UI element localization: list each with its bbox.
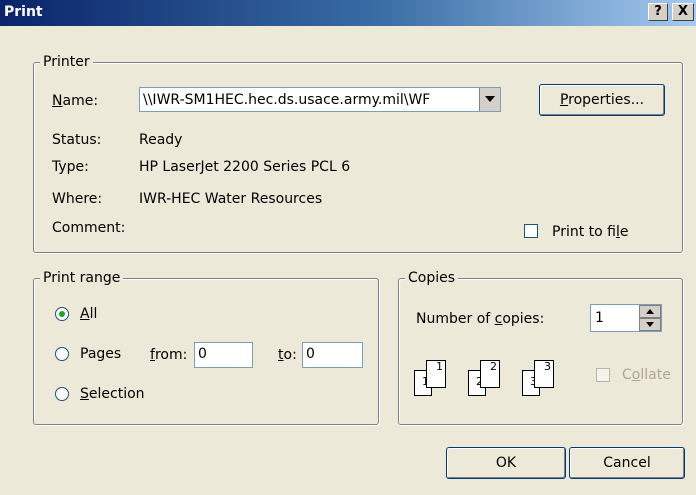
properties-button[interactable]: Properties... bbox=[539, 84, 665, 116]
print-to-file-label[interactable]: Print to file bbox=[552, 223, 629, 241]
printer-legend: Printer bbox=[40, 54, 93, 70]
print-to-file-checkbox[interactable] bbox=[524, 224, 538, 238]
radio-pages[interactable] bbox=[55, 347, 69, 361]
window-title: Print bbox=[4, 4, 43, 20]
copies-group: Copies bbox=[398, 270, 683, 425]
ok-button[interactable]: OK bbox=[446, 447, 566, 479]
name-label: Name: bbox=[52, 93, 99, 109]
status-label: Status: bbox=[52, 132, 102, 148]
all-label[interactable]: All bbox=[80, 305, 97, 323]
radio-selected-dot bbox=[59, 311, 65, 317]
print-range-legend: Print range bbox=[40, 270, 124, 286]
radio-all[interactable] bbox=[55, 307, 69, 321]
chevron-down-icon[interactable] bbox=[479, 88, 500, 111]
collate-pages-icon: 1 1 2 2 3 3 bbox=[414, 360, 574, 400]
type-value: HP LaserJet 2200 Series PCL 6 bbox=[139, 159, 351, 175]
selection-label[interactable]: Selection bbox=[80, 385, 145, 403]
cancel-button[interactable]: Cancel bbox=[569, 447, 685, 479]
type-label: Type: bbox=[52, 159, 89, 175]
where-value: IWR-HEC Water Resources bbox=[139, 191, 323, 207]
page-icon: 2 bbox=[480, 360, 500, 388]
pages-label[interactable]: Pages bbox=[80, 345, 121, 363]
to-label: to: bbox=[278, 347, 297, 363]
spin-down-icon[interactable] bbox=[639, 318, 661, 331]
copies-spinbox[interactable]: 1 bbox=[590, 304, 662, 332]
title-bar[interactable]: Print ? X bbox=[0, 0, 696, 26]
from-label: from: bbox=[150, 347, 188, 363]
comment-label: Comment: bbox=[52, 220, 126, 236]
help-button[interactable]: ? bbox=[648, 3, 668, 21]
collate-label[interactable]: Collate bbox=[622, 366, 671, 384]
spin-up-icon[interactable] bbox=[639, 305, 661, 318]
copies-legend: Copies bbox=[405, 270, 459, 286]
collate-checkbox[interactable] bbox=[596, 368, 610, 382]
number-of-copies-label: Number of copies: bbox=[416, 311, 545, 327]
from-input[interactable]: 0 bbox=[194, 342, 253, 368]
radio-selection[interactable] bbox=[55, 387, 69, 401]
status-value: Ready bbox=[139, 132, 183, 148]
copies-value: 1 bbox=[595, 310, 604, 326]
page-icon: 3 bbox=[534, 360, 554, 388]
where-label: Where: bbox=[52, 191, 103, 207]
printer-name-value: \\IWR-SM1HEC.hec.ds.usace.army.mil\WF bbox=[143, 92, 431, 108]
to-input[interactable]: 0 bbox=[302, 342, 363, 368]
close-button[interactable]: X bbox=[672, 3, 694, 21]
page-icon: 1 bbox=[426, 360, 446, 388]
printer-name-combo[interactable]: \\IWR-SM1HEC.hec.ds.usace.army.mil\WF bbox=[139, 87, 501, 112]
